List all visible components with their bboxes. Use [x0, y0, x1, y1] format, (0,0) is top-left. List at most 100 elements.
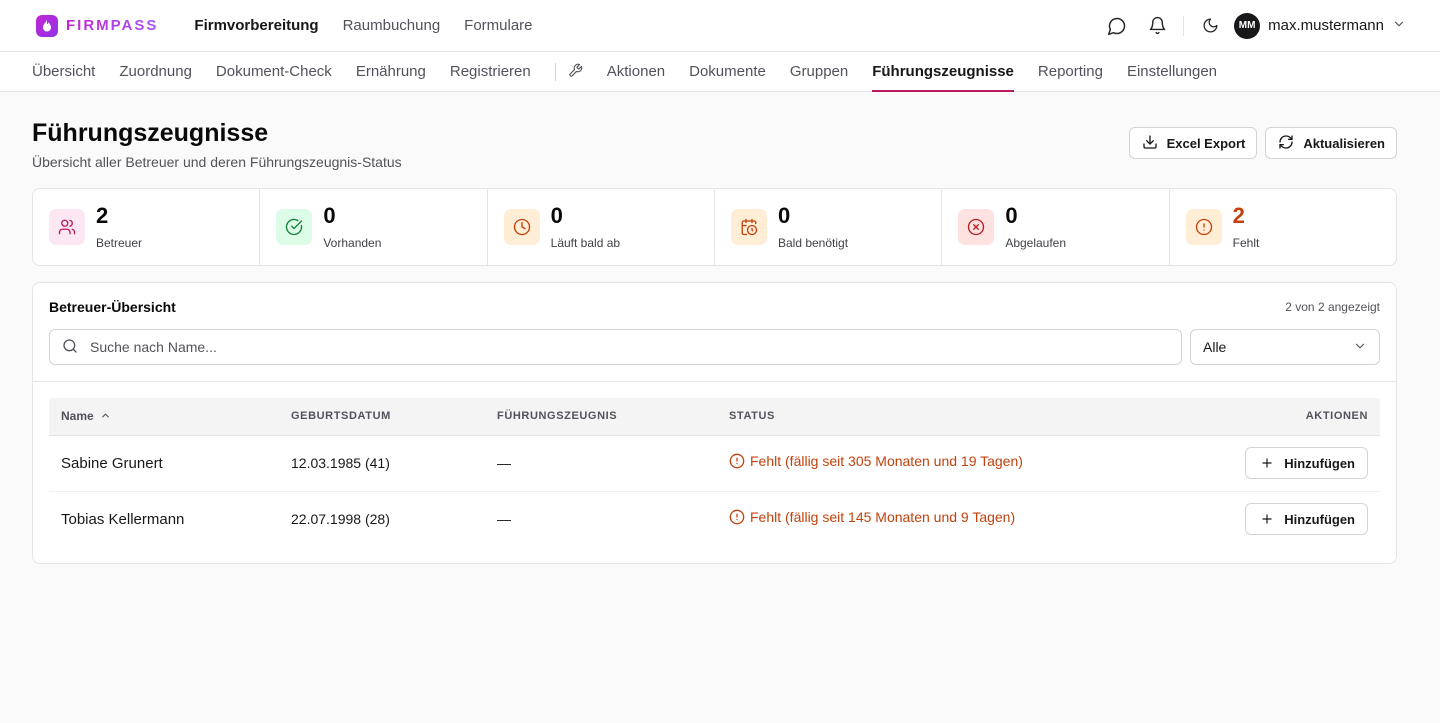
stat-value: 0	[323, 202, 336, 228]
excel-export-label: Excel Export	[1166, 135, 1246, 151]
filter-bar: Alle	[49, 329, 1380, 365]
stat-vorhanden: 0 Vorhanden	[260, 189, 488, 265]
search-input[interactable]	[90, 339, 1169, 355]
add-certificate-button[interactable]: Hinzufügen	[1245, 447, 1368, 479]
row-certificate: —	[485, 490, 717, 547]
main-content: Führungszeugnisse Übersicht aller Betreu…	[0, 92, 1440, 564]
brand-name: FIRMPASS	[66, 17, 159, 34]
tab-aktionen[interactable]: Aktionen	[607, 52, 665, 91]
column-header-actions: AKTIONEN	[1305, 410, 1368, 423]
chevron-down-icon	[1392, 17, 1406, 34]
stat-abgelaufen: 0 Abgelaufen	[942, 189, 1170, 265]
chat-icon[interactable]	[1097, 8, 1137, 44]
chevron-down-icon	[1353, 339, 1367, 356]
stat-value: 2	[96, 202, 109, 228]
page-subtitle: Übersicht aller Betreuer und deren Führu…	[32, 154, 402, 170]
admin-separator	[554, 52, 583, 91]
table-row: Tobias Kellermann 22.07.1998 (28) — Fehl…	[49, 490, 1380, 547]
brand-logo[interactable]: FIRMPASS	[36, 14, 159, 37]
users-icon	[49, 209, 85, 245]
row-status: Fehlt (fällig seit 305 Monaten und 19 Ta…	[717, 434, 1171, 491]
top-bar: FIRMPASS Firmvorbereitung Raumbuchung Fo…	[0, 0, 1440, 52]
betreuer-table: Name GEBURTSDATUM FÜHRUNGSZEUGNIS STATUS…	[49, 398, 1380, 547]
stat-label: Bald benötigt	[777, 235, 849, 250]
page-header: Führungszeugnisse Übersicht aller Betreu…	[32, 116, 1397, 170]
stat-label: Läuft bald ab	[550, 235, 621, 250]
tab-einstellungen[interactable]: Einstellungen	[1127, 52, 1217, 91]
stats-bar: 2 Betreuer 0 Vorhanden 0 Läuft bald ab 0…	[32, 188, 1397, 266]
tab-gruppen[interactable]: Gruppen	[790, 52, 848, 91]
row-status-text: Fehlt (fällig seit 145 Monaten und 9 Tag…	[750, 509, 1016, 526]
tab-ernaehrung[interactable]: Ernährung	[356, 52, 426, 91]
row-actions: Hinzufügen	[1170, 490, 1380, 547]
tab-dokument-check[interactable]: Dokument-Check	[216, 52, 332, 91]
search-box	[49, 329, 1182, 365]
plus-icon	[1260, 512, 1274, 526]
row-actions: Hinzufügen	[1170, 434, 1380, 491]
table-container: Name GEBURTSDATUM FÜHRUNGSZEUGNIS STATUS…	[33, 382, 1396, 563]
stat-laeuft-bald-ab: 0 Läuft bald ab	[488, 189, 715, 265]
alert-circle-icon	[729, 453, 745, 469]
page-title: Führungszeugnisse	[32, 119, 269, 147]
status-filter-value: Alle	[1203, 339, 1227, 355]
stat-label: Betreuer	[96, 235, 143, 250]
add-certificate-label: Hinzufügen	[1284, 455, 1355, 471]
overview-card-header: Betreuer-Übersicht 2 von 2 angezeigt All…	[33, 283, 1396, 382]
main-nav-raumbuchung[interactable]: Raumbuchung	[343, 17, 441, 34]
wrench-icon	[568, 63, 583, 81]
stat-value: 0	[550, 202, 563, 228]
stat-label: Abgelaufen	[1005, 235, 1067, 250]
excel-export-button[interactable]: Excel Export	[1128, 127, 1258, 159]
stat-label: Fehlt	[1232, 235, 1260, 250]
column-header-name[interactable]: Name	[49, 398, 279, 435]
row-birthdate: 22.07.1998 (28)	[279, 490, 485, 547]
plus-icon	[1260, 456, 1274, 470]
main-nav-firmvorbereitung[interactable]: Firmvorbereitung	[194, 17, 318, 34]
divider	[1183, 15, 1185, 36]
table-header-row: Name GEBURTSDATUM FÜHRUNGSZEUGNIS STATUS…	[49, 398, 1380, 435]
status-filter-select[interactable]: Alle	[1190, 329, 1380, 365]
column-header-birth: GEBURTSDATUM	[291, 410, 391, 423]
stat-value: 2	[1232, 202, 1245, 228]
tab-zuordnung[interactable]: Zuordnung	[119, 52, 192, 91]
tab-registrieren[interactable]: Registrieren	[450, 52, 531, 91]
result-count: 2 von 2 angezeigt	[1285, 300, 1380, 314]
row-status: Fehlt (fällig seit 145 Monaten und 9 Tag…	[717, 490, 1171, 547]
check-circle-icon	[276, 209, 313, 245]
refresh-icon	[1278, 134, 1294, 153]
sub-nav: Übersicht Zuordnung Dokument-Check Ernäh…	[0, 52, 1440, 92]
search-icon	[62, 338, 78, 357]
x-circle-icon	[958, 209, 995, 245]
user-menu[interactable]: MM max.mustermann	[1234, 12, 1406, 39]
stat-fehlt: 2 Fehlt	[1170, 189, 1396, 265]
stat-label: Vorhanden	[323, 235, 382, 250]
row-certificate: —	[485, 434, 717, 491]
overview-card: Betreuer-Übersicht 2 von 2 angezeigt All…	[32, 282, 1397, 564]
header-actions: Excel Export Aktualisieren	[1128, 127, 1397, 159]
calendar-clock-icon	[730, 209, 767, 245]
add-certificate-button[interactable]: Hinzufügen	[1245, 503, 1368, 536]
stat-value: 0	[1005, 202, 1018, 228]
tab-fuehrungszeugnisse[interactable]: Führungszeugnisse	[872, 52, 1014, 92]
alert-circle-icon	[729, 509, 745, 525]
avatar: MM	[1234, 12, 1261, 39]
bell-icon[interactable]	[1137, 8, 1177, 44]
main-nav: Firmvorbereitung Raumbuchung Formulare	[194, 17, 532, 34]
tab-reporting[interactable]: Reporting	[1038, 52, 1103, 91]
refresh-button[interactable]: Aktualisieren	[1265, 127, 1397, 159]
stat-bald-benoetigt: 0 Bald benötigt	[715, 189, 943, 265]
add-certificate-label: Hinzufügen	[1284, 511, 1355, 527]
row-birthdate: 12.03.1985 (41)	[279, 434, 485, 491]
refresh-label: Aktualisieren	[1303, 135, 1385, 151]
row-name: Sabine Grunert	[49, 434, 279, 491]
flame-icon	[36, 14, 58, 37]
column-header-status: STATUS	[729, 410, 775, 423]
main-nav-formulare[interactable]: Formulare	[464, 17, 532, 34]
stat-betreuer: 2 Betreuer	[33, 189, 261, 265]
moon-icon[interactable]	[1190, 8, 1230, 44]
column-header-name-label: Name	[61, 409, 94, 424]
chevron-up-icon	[97, 409, 111, 423]
tab-uebersicht[interactable]: Übersicht	[32, 52, 95, 91]
alert-circle-icon	[1185, 209, 1222, 245]
tab-dokumente[interactable]: Dokumente	[689, 52, 766, 91]
